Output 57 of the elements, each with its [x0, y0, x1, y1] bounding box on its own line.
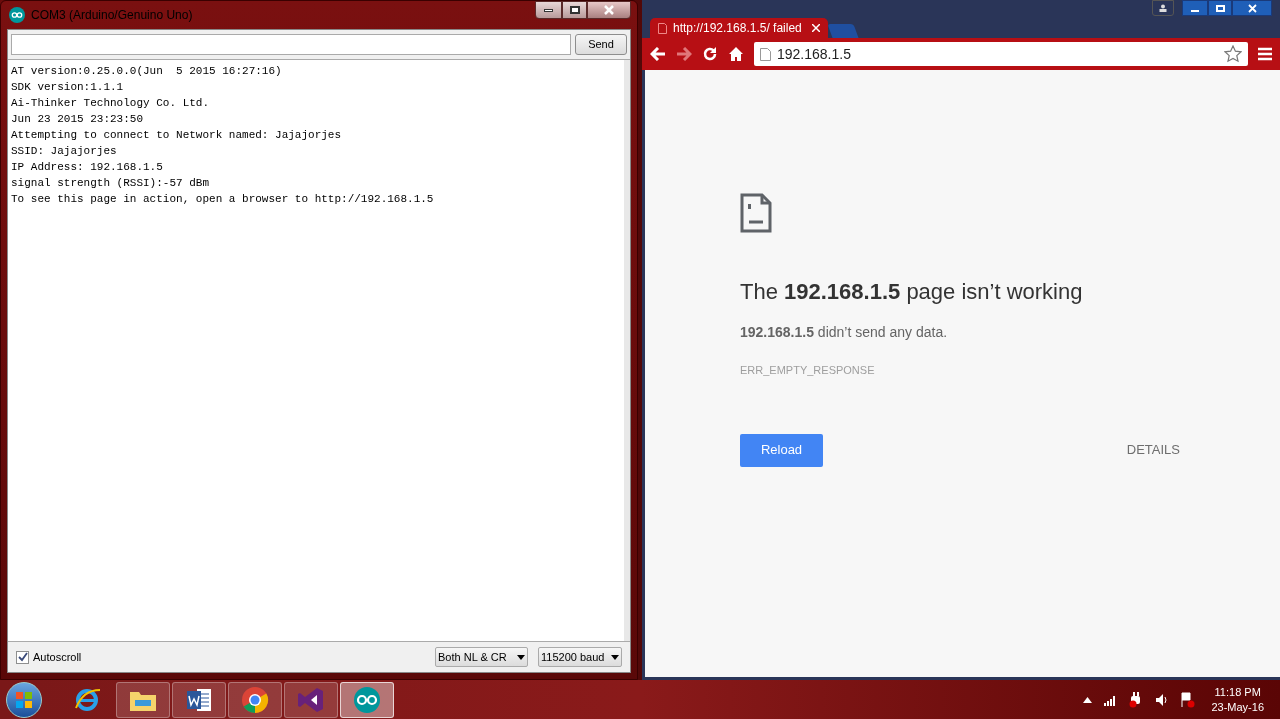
minimize-button[interactable] — [1182, 0, 1208, 16]
close-button[interactable] — [1232, 0, 1272, 16]
error-message: 192.168.1.5 didn’t send any data. — [740, 323, 949, 342]
baud-rate-dropdown[interactable]: 115200 baud — [538, 647, 622, 667]
user-button[interactable] — [1152, 0, 1174, 16]
home-icon[interactable] — [728, 46, 744, 62]
app-logo-icon[interactable] — [340, 681, 394, 718]
caret-icon — [611, 654, 619, 660]
windows-logo-icon — [15, 690, 33, 709]
sad-page-icon — [740, 193, 772, 233]
speaker-icon[interactable] — [1155, 692, 1170, 707]
send-button[interactable]: Send — [575, 34, 627, 55]
start-button[interactable] — [6, 681, 42, 718]
serial-output-line: SSID: Jajajorjes — [11, 144, 118, 159]
close-icon — [604, 5, 614, 15]
window-title: COM3 (Arduino/Genuino Uno) — [31, 7, 193, 24]
scrollbar[interactable] — [624, 60, 630, 641]
page-icon — [760, 47, 771, 61]
serial-output-line: Attempting to connect to Network named: Jajajorjes — [11, 128, 343, 143]
maximize-button[interactable] — [562, 1, 587, 19]
error-code: ERR_EMPTY_RESPONSE — [740, 363, 876, 378]
serial-output-line: SDK version:1.1.1 — [11, 80, 125, 95]
clock-date[interactable]: 23-May-16 — [1211, 699, 1264, 715]
serial-output-line: To see this page in action, open a browser to http://192.168.1.5 — [11, 192, 435, 207]
back-icon[interactable] — [650, 47, 666, 61]
page-icon — [658, 22, 667, 34]
error-heading: The 192.168.1.5 page isn’t working — [740, 278, 1084, 306]
serial-input-field[interactable] — [11, 34, 571, 55]
clock-time[interactable]: 11:18 PM — [1214, 684, 1261, 700]
details-button[interactable]: DETAILS — [1126, 440, 1180, 460]
serial-output-line: signal strength (RSSI):-57 dBm — [11, 176, 211, 191]
menu-icon[interactable] — [1258, 47, 1272, 61]
caret-icon — [517, 654, 525, 660]
close-icon — [1247, 3, 1257, 13]
autoscroll-checkbox[interactable] — [16, 650, 29, 664]
browser-tab[interactable]: http://192.168.1.5/ failed — [650, 18, 828, 38]
autoscroll-label: Autoscroll — [33, 649, 82, 665]
serial-output-line: IP Address: 192.168.1.5 — [11, 160, 164, 175]
reload-button[interactable]: Reload — [740, 433, 823, 467]
maximize-button[interactable] — [1208, 0, 1232, 16]
close-button[interactable] — [587, 1, 631, 19]
serial-output-line: Jun 23 2015 23:23:50 — [11, 112, 145, 127]
flag-icon[interactable] — [1181, 691, 1196, 708]
address-bar[interactable]: 192.168.1.5 — [754, 42, 1248, 66]
signal-icon[interactable] — [1104, 693, 1118, 706]
show-hidden-icons-icon[interactable] — [1083, 696, 1093, 703]
app-logo-icon — [9, 7, 25, 23]
folder-icon[interactable] — [116, 681, 170, 718]
document-w-icon[interactable] — [172, 681, 226, 718]
serial-output-line: AT version:0.25.0.0(Jun 5 2015 16:27:16) — [11, 64, 283, 79]
minimize-button[interactable] — [535, 1, 562, 19]
reload-icon[interactable] — [702, 46, 718, 62]
close-icon[interactable] — [812, 24, 820, 32]
star-icon[interactable] — [1224, 45, 1242, 63]
line-ending-dropdown[interactable]: Both NL & CR — [435, 647, 528, 667]
user-icon — [1159, 4, 1167, 12]
serial-output-line: Ai-Thinker Technology Co. Ltd. — [11, 96, 211, 111]
